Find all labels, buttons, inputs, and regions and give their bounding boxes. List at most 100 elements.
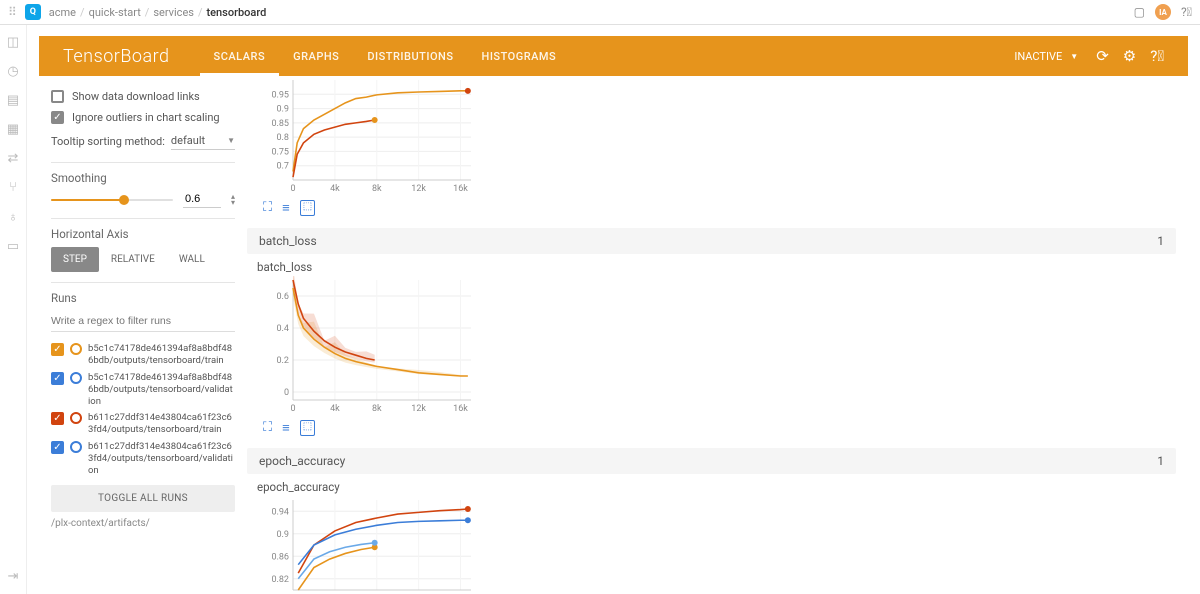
svg-text:12k: 12k <box>411 404 426 414</box>
checkbox-ignore-outliers[interactable]: ✓ Ignore outliers in chart scaling <box>51 111 235 124</box>
breadcrumb-current: tensorboard <box>207 6 267 19</box>
breadcrumb-project[interactable]: acme <box>49 6 76 19</box>
smoothing-label: Smoothing <box>51 171 235 185</box>
left-nav: ◫ ◷ ▤ ▦ ⇄ ⑂ ♁ ▭ ⇥ <box>0 25 27 594</box>
svg-text:0.82: 0.82 <box>271 575 289 585</box>
artifacts-path: /plx-context/artifacts/ <box>51 518 235 529</box>
chart-title-batch-loss: batch_loss <box>247 254 1176 276</box>
run-radio[interactable] <box>70 412 82 424</box>
section-header-epoch-accuracy[interactable]: epoch_accuracy 1 <box>247 448 1176 474</box>
haxis-label: Horizontal Axis <box>51 227 235 241</box>
chart-batch-accuracy: 0.70.750.80.850.90.9504k8k12k16k ⛶ ≡ ⬚ <box>247 76 1176 224</box>
folder-icon[interactable]: ▢ <box>1134 5 1145 19</box>
tb-sidebar: Show data download links ✓ Ignore outlie… <box>39 76 247 594</box>
run-label: b611c27ddf314e43804ca61f23c63fd4/outputs… <box>88 441 235 477</box>
run-radio[interactable] <box>70 343 82 355</box>
run-radio[interactable] <box>70 441 82 453</box>
nav-clipboard-icon[interactable]: ▤ <box>7 93 19 108</box>
smoothing-input[interactable] <box>183 191 221 208</box>
smoothing-stepper[interactable]: ▴▾ <box>231 194 235 206</box>
svg-text:0.75: 0.75 <box>271 147 289 157</box>
list-icon[interactable]: ≡ <box>282 200 290 216</box>
breadcrumb-sub[interactable]: services <box>153 6 194 19</box>
run-label: b5c1c74178de461394af8a8bdf486bdb/outputs… <box>88 343 235 367</box>
run-radio[interactable] <box>70 372 82 384</box>
tooltip-sort-select[interactable]: default ▼ <box>171 132 235 150</box>
select-icon[interactable]: ⬚ <box>300 200 315 216</box>
svg-text:16k: 16k <box>453 404 468 414</box>
svg-text:0.95: 0.95 <box>271 90 289 100</box>
svg-text:0.2: 0.2 <box>277 356 290 366</box>
tab-scalars[interactable]: SCALARS <box>200 36 280 76</box>
app-topbar: ⠿ Q acme / quick-start / services / tens… <box>0 0 1200 25</box>
svg-text:0.8: 0.8 <box>277 133 290 143</box>
svg-text:0.85: 0.85 <box>271 119 289 129</box>
tab-graphs[interactable]: GRAPHS <box>279 36 353 76</box>
run-checkbox[interactable]: ✓ <box>51 412 64 425</box>
run-checkbox[interactable]: ✓ <box>51 441 64 454</box>
runs-filter-input[interactable] <box>51 311 235 332</box>
nav-stack-icon[interactable]: ▦ <box>7 122 19 137</box>
select-icon[interactable]: ⬚ <box>300 420 315 436</box>
run-row: ✓b611c27ddf314e43804ca61f23c63fd4/output… <box>51 412 235 436</box>
checkbox-show-download[interactable]: Show data download links <box>51 90 235 103</box>
tensorboard-frame: TensorBoard SCALARS GRAPHS DISTRIBUTIONS… <box>39 36 1188 594</box>
chart-svg-epoch-accuracy[interactable]: 0.82 0.86 0.9 0.94 <box>257 496 477 594</box>
nav-tree-icon[interactable]: ♁ <box>8 209 18 225</box>
breadcrumb-section[interactable]: quick-start <box>89 6 141 19</box>
svg-text:8k: 8k <box>372 404 382 414</box>
run-row: ✓ b611c27ddf314e43804ca61f23c63fd4/output… <box>51 441 235 477</box>
toggle-all-runs-button[interactable]: TOGGLE ALL RUNS <box>51 485 235 512</box>
expand-icon[interactable]: ⛶ <box>263 420 272 436</box>
svg-text:0: 0 <box>290 184 295 194</box>
nav-transfer-icon[interactable]: ⇄ <box>8 151 19 166</box>
svg-text:0.7: 0.7 <box>277 162 290 172</box>
help-circle-icon[interactable]: ?⃝ <box>1150 47 1164 65</box>
help-icon[interactable]: ?⃝ <box>1181 5 1192 19</box>
svg-text:8k: 8k <box>372 184 382 194</box>
tab-distributions[interactable]: DISTRIBUTIONS <box>353 36 467 76</box>
run-checkbox[interactable]: ✓ <box>51 343 64 356</box>
refresh-icon[interactable]: ⟳ <box>1096 47 1109 65</box>
runs-label: Runs <box>51 291 235 305</box>
run-row: ✓ b5c1c74178de461394af8a8bdf486bdb/output… <box>51 343 235 367</box>
chart-epoch-accuracy: epoch_accuracy 0.82 0.86 0.9 0.94 <box>247 474 1176 594</box>
tb-charts-pane: 0.7 0.75 0.8 0.85 0.9 0.95 0 4k 8k 12k 16k ⛶ ≡ ⬚ b… <box>247 76 1188 594</box>
svg-text:0: 0 <box>284 388 289 398</box>
axis-btn-wall[interactable]: WALL <box>167 247 217 272</box>
run-checkbox[interactable]: ✓ <box>51 372 64 385</box>
svg-text:0.9: 0.9 <box>277 105 290 115</box>
svg-text:0.94: 0.94 <box>271 507 289 517</box>
tab-histograms[interactable]: HISTOGRAMS <box>468 36 571 76</box>
nav-branch-icon[interactable]: ⑂ <box>9 180 17 195</box>
expand-icon[interactable]: ⛶ <box>263 200 272 216</box>
tooltip-sort-label: Tooltip sorting method: <box>51 135 165 148</box>
checkbox-checked-icon: ✓ <box>51 111 64 124</box>
avatar[interactable]: IA <box>1155 4 1171 20</box>
svg-text:0.86: 0.86 <box>271 552 289 562</box>
nav-doc-icon[interactable]: ▭ <box>7 239 19 254</box>
list-icon[interactable]: ≡ <box>282 420 290 436</box>
nav-bookmark-icon[interactable]: ◫ <box>7 35 19 50</box>
nav-clock-icon[interactable]: ◷ <box>7 64 18 79</box>
tb-tabs: SCALARS GRAPHS DISTRIBUTIONS HISTOGRAMS <box>200 36 571 76</box>
nav-expand-icon[interactable]: ⇥ <box>8 569 19 584</box>
chart-svg-batch-loss[interactable]: 00.20.40.604k8k12k16k <box>257 276 477 416</box>
chart-title-epoch-accuracy: epoch_accuracy <box>247 474 1176 496</box>
chart-svg-batch-accuracy[interactable]: 0.70.750.80.850.90.9504k8k12k16k <box>257 76 477 196</box>
chart-batch-loss: batch_loss 00.20.40.604k8k12k16k ⛶ ≡ ⬚ <box>247 254 1176 444</box>
smoothing-slider[interactable] <box>51 199 173 201</box>
app-badge[interactable]: Q <box>25 4 41 20</box>
section-header-batch-loss[interactable]: batch_loss 1 <box>247 228 1176 254</box>
gear-icon[interactable]: ⚙ <box>1123 47 1136 65</box>
svg-text:0.6: 0.6 <box>277 292 290 302</box>
svg-text:4k: 4k <box>330 404 340 414</box>
checkbox-icon <box>51 90 64 103</box>
svg-text:0.9: 0.9 <box>277 530 290 540</box>
axis-btn-relative[interactable]: RELATIVE <box>99 247 167 272</box>
run-label: b5c1c74178de461394af8a8bdf486bdb/outputs… <box>88 372 235 408</box>
chevron-down-icon: ▼ <box>227 136 235 145</box>
drag-handle-icon[interactable]: ⠿ <box>8 5 17 19</box>
mode-select[interactable]: INACTIVE <box>1006 46 1082 67</box>
axis-btn-step[interactable]: STEP <box>51 247 99 272</box>
